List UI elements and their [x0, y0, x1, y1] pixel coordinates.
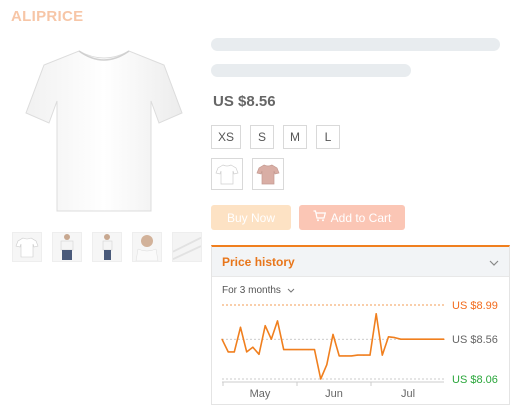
color-option-pink[interactable]	[252, 158, 284, 190]
price-point	[258, 353, 260, 355]
price-point	[357, 354, 359, 356]
price-point	[246, 351, 248, 353]
price-point	[270, 338, 272, 340]
title-placeholder-line-1	[211, 38, 500, 51]
price-history-header[interactable]: Price history	[212, 247, 509, 277]
color-option-white[interactable]	[211, 158, 243, 190]
price-history-title: Price history	[222, 254, 295, 269]
thumbnail-model-side[interactable]	[92, 232, 122, 262]
product-main-image	[14, 38, 194, 223]
price-point	[233, 351, 235, 353]
price-point	[381, 354, 383, 356]
current-price-label: US $8.56	[452, 334, 498, 346]
min-price-label: US $8.06	[452, 374, 498, 386]
add-to-cart-button[interactable]: Add to Cart	[299, 205, 405, 230]
add-to-cart-label: Add to Cart	[330, 210, 392, 225]
size-option-m[interactable]: M	[283, 125, 308, 149]
x-tick-label: Jul	[401, 388, 415, 400]
size-selector: XS S M L	[211, 125, 341, 149]
thumbnail-fabric-detail[interactable]	[172, 232, 202, 262]
max-price-label: US $8.99	[452, 300, 498, 312]
price-point	[276, 320, 279, 322]
price-point	[313, 348, 316, 351]
price-point	[338, 355, 340, 357]
white-tshirt-image	[25, 50, 183, 212]
price-point	[394, 337, 396, 339]
price-point	[332, 333, 334, 336]
buy-now-button[interactable]: Buy Now	[211, 205, 291, 230]
price-point	[283, 348, 285, 351]
thumbnail-front-shirt[interactable]	[12, 232, 42, 262]
x-tick-label: Jun	[325, 388, 343, 400]
price-point	[400, 338, 402, 340]
price-point	[443, 338, 445, 340]
price-point	[301, 348, 303, 351]
price-point	[418, 338, 420, 340]
price-point	[363, 354, 365, 356]
cart-icon	[313, 210, 326, 225]
price-point	[221, 338, 223, 340]
chevron-down-icon[interactable]	[489, 253, 499, 271]
price-point	[350, 355, 353, 357]
price-point	[406, 338, 408, 340]
price-history-chart: May Jun Jul US $8.99 US $8.56 US $8.06	[221, 300, 498, 400]
title-placeholder-line-2	[211, 64, 411, 77]
thumbnail-model-closeup[interactable]	[132, 232, 162, 262]
price-point	[344, 355, 346, 357]
price-point	[387, 336, 390, 338]
price-point	[239, 326, 242, 328]
price-point	[424, 338, 427, 340]
size-option-xs[interactable]: XS	[211, 125, 242, 149]
price-point	[375, 313, 377, 315]
price-point	[307, 348, 309, 351]
price-point	[227, 351, 229, 353]
price-point	[289, 348, 291, 351]
price-history-panel: Price history For 3 months May Jun Jul US $…	[211, 245, 510, 405]
size-option-s[interactable]: S	[250, 125, 275, 149]
price-point	[320, 378, 322, 380]
color-selector	[211, 158, 284, 190]
x-tick-label: May	[250, 388, 271, 400]
price-point	[264, 325, 266, 327]
thumbnail-strip	[12, 232, 202, 262]
price-point	[326, 364, 328, 366]
price-point	[437, 338, 439, 340]
thumbnail-model-front[interactable]	[52, 232, 82, 262]
size-option-l[interactable]: L	[316, 125, 341, 149]
price-series-line	[221, 312, 444, 380]
price-point	[252, 346, 254, 348]
price-point	[431, 338, 433, 340]
price-point	[412, 338, 414, 340]
price-point	[295, 348, 297, 351]
aliprice-logo: ALIPRICE	[11, 8, 84, 25]
price-point	[369, 354, 371, 356]
product-price: US $8.56	[213, 93, 276, 110]
